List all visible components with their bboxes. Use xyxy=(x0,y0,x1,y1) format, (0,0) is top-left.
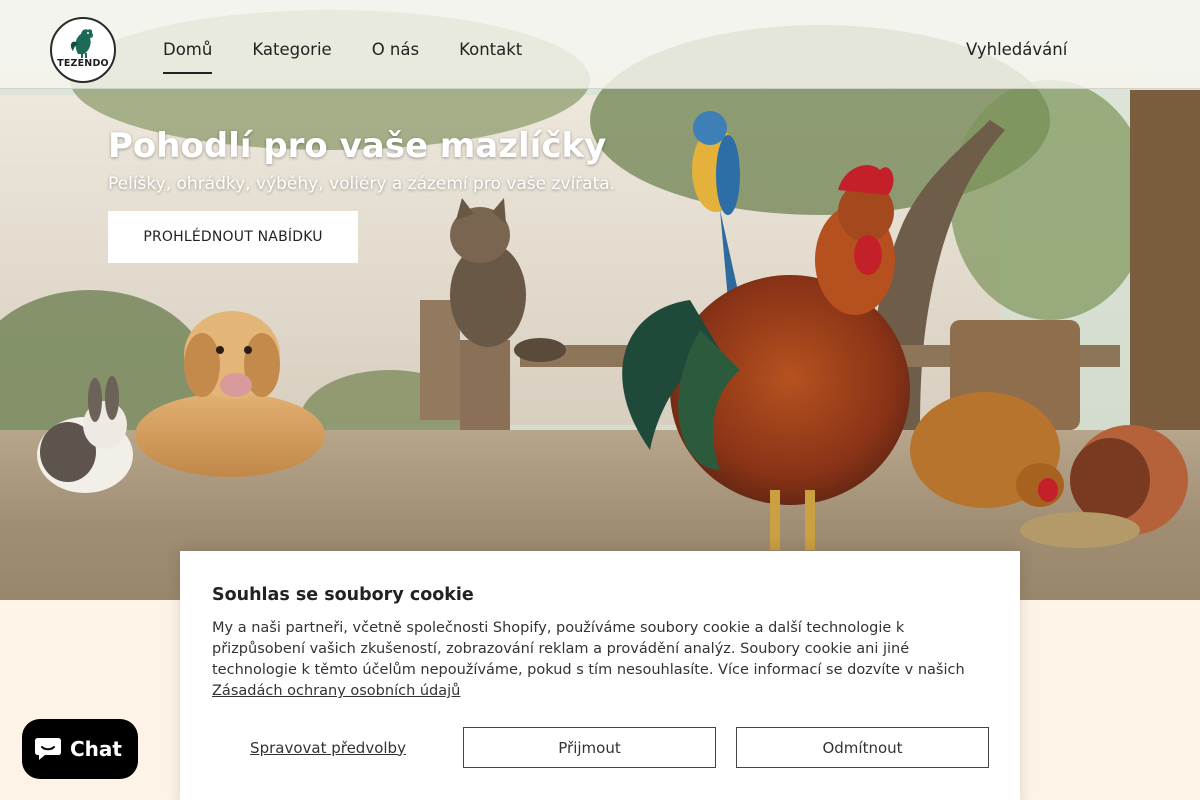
chat-bubble-icon xyxy=(35,738,61,760)
hero-banner: Pohodlí pro vaše mazlíčky Pelíšky, ohrád… xyxy=(0,0,1200,600)
browse-offer-button[interactable]: PROHLÉDNOUT NABÍDKU xyxy=(108,211,358,263)
cookie-consent-banner: Souhlas se soubory cookie My a naši part… xyxy=(180,551,1020,800)
accept-cookies-button[interactable]: Přijmout xyxy=(463,727,716,768)
chat-button[interactable]: Chat xyxy=(22,719,138,779)
privacy-policy-link[interactable]: Zásadách ochrany osobních údajů xyxy=(212,683,460,699)
nav-item-home[interactable]: Domů xyxy=(163,38,213,74)
cookie-body-text: My a naši partneři, včetně společnosti S… xyxy=(212,620,965,678)
hero-image xyxy=(0,0,1200,600)
search-link[interactable]: Vyhledávání xyxy=(966,38,1067,62)
logo-text: TEZENDO xyxy=(57,58,109,69)
hero-title: Pohodlí pro vaše mazlíčky xyxy=(108,126,607,166)
nav-item-contact[interactable]: Kontakt xyxy=(459,38,522,62)
manage-preferences-button[interactable]: Spravovat předvolby xyxy=(212,727,444,768)
main-nav: Domů Kategorie O nás Kontakt xyxy=(163,38,562,74)
rooster-logo-icon xyxy=(70,29,94,58)
cookie-title: Souhlas se soubory cookie xyxy=(212,585,474,605)
nav-item-about[interactable]: O nás xyxy=(372,38,419,62)
chat-label: Chat xyxy=(70,737,122,761)
site-header: TEZENDO Domů Kategorie O nás Kontakt Vyh… xyxy=(0,0,1200,89)
cookie-text: My a naši partneři, včetně společnosti S… xyxy=(212,618,992,702)
nav-item-categories[interactable]: Kategorie xyxy=(252,38,331,62)
logo-link[interactable]: TEZENDO xyxy=(50,17,116,83)
decline-cookies-button[interactable]: Odmítnout xyxy=(736,727,989,768)
hero-subtitle: Pelíšky, ohrádky, výběhy, voliéry a záze… xyxy=(108,174,616,194)
